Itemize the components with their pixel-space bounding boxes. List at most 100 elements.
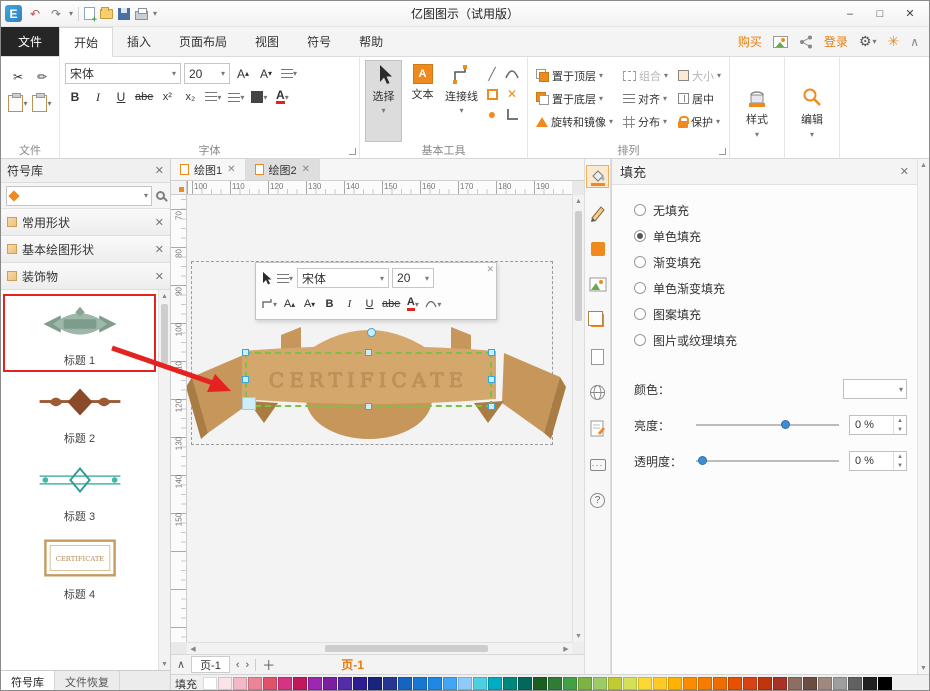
brightness-spinner[interactable]: 0 % ▲▼ (849, 415, 907, 435)
symbol-item-title2[interactable]: 标题 2 (3, 372, 156, 450)
spinner-arrows-icon[interactable]: ▲▼ (893, 452, 906, 470)
page-tab[interactable]: 页-1 (191, 656, 230, 673)
size-button[interactable]: 大小▾ (675, 64, 724, 87)
share-icon[interactable] (799, 35, 813, 49)
fill-panel-scrollbar[interactable]: ▲ ▼ (917, 159, 929, 674)
bold-button[interactable]: B (321, 295, 338, 313)
connector-style-icon[interactable]: ▾ (260, 295, 278, 313)
fill-option[interactable]: 单色渐变填充 (634, 275, 907, 301)
toolbar-options-dropdown-icon[interactable]: ▾ (153, 9, 157, 18)
close-icon[interactable]: ✕ (486, 264, 494, 275)
next-page-icon[interactable]: › (246, 659, 250, 671)
palette-swatch[interactable] (428, 677, 442, 690)
bottom-tab-file-recovery[interactable]: 文件恢复 (55, 671, 120, 691)
protect-button[interactable]: 保护▾ (675, 110, 724, 133)
crop-tool-icon[interactable] (507, 109, 518, 120)
tab-help[interactable]: 帮助 (345, 27, 397, 56)
palette-swatch[interactable] (203, 677, 217, 690)
palette-swatch[interactable] (833, 677, 847, 690)
maximize-button[interactable]: □ (865, 4, 895, 24)
decrease-font-icon[interactable]: A▾ (301, 295, 318, 313)
bring-to-front-button[interactable]: 置于顶层▾ (533, 64, 616, 87)
fill-option[interactable]: 图片或纹理填充 (634, 327, 907, 353)
promo-star-icon[interactable]: ✳ (887, 33, 899, 50)
distribute-button[interactable]: 分布▾ (620, 110, 671, 133)
text-tool-button[interactable]: A 文本 (404, 60, 441, 142)
connector-tool-button[interactable]: 连接线 ▾ (443, 60, 480, 142)
palette-swatch[interactable] (503, 677, 517, 690)
palette-swatch[interactable] (458, 677, 472, 690)
buy-link[interactable]: 购买 (738, 33, 762, 50)
palette-swatch[interactable] (863, 677, 877, 690)
palette-swatch[interactable] (533, 677, 547, 690)
palette-swatch[interactable] (758, 677, 772, 690)
symbol-item-title1[interactable]: 标题 1 (3, 294, 156, 372)
collapse-ribbon-icon[interactable]: ∧ (910, 35, 919, 49)
symbol-list-scrollbar[interactable]: ▲ ▼ (158, 290, 170, 670)
italic-button[interactable]: I (341, 295, 358, 313)
palette-swatch[interactable] (293, 677, 307, 690)
palette-swatch[interactable] (323, 677, 337, 690)
section-common-shapes[interactable]: 常用形状 ✕ (1, 209, 170, 236)
transparency-slider-thumb[interactable] (698, 456, 707, 465)
palette-swatch[interactable] (653, 677, 667, 690)
rotate-mirror-button[interactable]: 旋转和镜像▾ (533, 110, 616, 133)
format-painter-icon[interactable]: ✏ (32, 67, 52, 87)
brightness-slider-thumb[interactable] (781, 420, 790, 429)
palette-swatch[interactable] (488, 677, 502, 690)
font-size-combo[interactable]: 20▾ (184, 63, 230, 84)
page-setup-icon[interactable] (586, 345, 609, 368)
resize-handle[interactable] (242, 397, 256, 410)
send-to-back-button[interactable]: 置于底层▾ (533, 87, 616, 110)
palette-swatch[interactable] (578, 677, 592, 690)
save-icon[interactable] (118, 8, 130, 20)
palette-swatch[interactable] (848, 677, 862, 690)
document-tab-drawing2[interactable]: 绘图2 ✕ (246, 159, 321, 180)
font-name-combo[interactable]: 宋体▾ (65, 63, 181, 84)
bold-button[interactable]: B (65, 87, 85, 107)
ruler-corner[interactable] (171, 181, 187, 195)
paste-icon[interactable]: ▾ (7, 93, 28, 113)
fill-option[interactable]: 渐变填充 (634, 249, 907, 275)
decrease-font-icon[interactable]: A▾ (256, 64, 276, 84)
text-selection-box[interactable]: CERTIFICATE (245, 352, 492, 407)
palette-swatch[interactable] (743, 677, 757, 690)
palette-swatch[interactable] (518, 677, 532, 690)
align-button[interactable]: 对齐▾ (620, 87, 671, 110)
bullet-list-icon[interactable]: ▾ (226, 87, 246, 107)
palette-swatch[interactable] (443, 677, 457, 690)
palette-swatch[interactable] (683, 677, 697, 690)
palette-swatch[interactable] (473, 677, 487, 690)
spinner-arrows-icon[interactable]: ▲▼ (893, 416, 906, 434)
resize-handle[interactable] (365, 349, 372, 356)
palette-swatch[interactable] (878, 677, 892, 690)
shape-text[interactable]: CERTIFICATE (269, 368, 468, 392)
note-icon[interactable] (586, 417, 609, 440)
resize-handle[interactable] (242, 349, 249, 356)
tab-file[interactable]: 文件 (1, 27, 59, 56)
subscript-button[interactable]: x₂ (180, 87, 200, 107)
palette-swatch[interactable] (698, 677, 712, 690)
edit-button[interactable]: 编辑 ▾ (790, 60, 834, 158)
document-tab-drawing1[interactable]: 绘图1 ✕ (171, 159, 246, 180)
rotation-handle[interactable] (367, 328, 376, 337)
close-icon[interactable]: ✕ (155, 270, 164, 283)
open-file-icon[interactable] (100, 9, 113, 19)
tab-page-layout[interactable]: 页面布局 (165, 27, 241, 56)
underline-button[interactable]: U (361, 295, 378, 313)
palette-swatch[interactable] (713, 677, 727, 690)
transparency-slider[interactable] (696, 452, 839, 470)
picture-icon[interactable] (773, 36, 788, 48)
font-dialog-launcher-icon[interactable] (349, 148, 356, 155)
align-text-icon[interactable]: ▾ (203, 87, 223, 107)
palette-swatch[interactable] (353, 677, 367, 690)
palette-swatch[interactable] (398, 677, 412, 690)
section-decorations[interactable]: 装饰物 ✕ (1, 263, 170, 290)
fill-option[interactable]: 图案填充 (634, 301, 907, 327)
comment-icon[interactable]: ··· (586, 453, 609, 476)
ellipse-tool-icon[interactable]: ● (488, 106, 496, 122)
undo-icon[interactable]: ↶ (27, 7, 43, 21)
new-document-icon[interactable] (84, 7, 95, 20)
settings-gear-icon[interactable]: ⚙▾ (859, 33, 877, 50)
symbol-item-title4[interactable]: CERTIFICATE 标题 4 (3, 528, 156, 606)
